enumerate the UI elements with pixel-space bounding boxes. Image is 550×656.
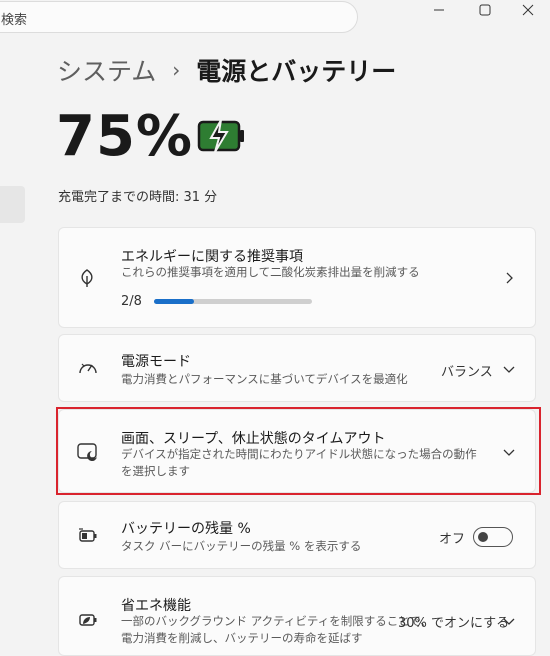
speedometer-icon [79,363,97,374]
energy-saver-dropdown[interactable]: 30% でオンにする [398,612,509,631]
search-input[interactable]: 検索 [1,9,27,28]
card-description: これらの推奨事項を適用して二酸化炭素排出量を削減する [121,265,420,279]
page-title: 電源とバッテリー [196,57,397,86]
breadcrumb-parent[interactable]: システム [57,52,156,88]
toggle-state-label: オフ [439,532,466,547]
chevron-down-icon [503,618,515,625]
card-title: バッテリーの残量 % [121,521,251,537]
card-title: 電源モード [121,354,191,370]
energy-saver-card[interactable]: 省エネ機能 一部のバックグラウンド アクティビティを制限することで、電力消費を削… [58,576,536,656]
toggle-knob [478,532,488,542]
battery-percentage-card[interactable]: バッテリーの残量 % タスク バーにバッテリーの残量 % を表示する オフ [58,501,536,569]
battery-percent: 75% [56,104,194,169]
card-title: エネルギーに関する推奨事項 [121,249,303,265]
card-title: 省エネ機能 [121,598,191,614]
chevron-down-icon [503,366,515,373]
energy-saver-icon [79,614,97,626]
progress-label: 2/8 [121,294,142,309]
progress-bar [154,299,312,304]
minimize-button[interactable] [416,0,462,20]
power-mode-dropdown[interactable]: バランス [441,361,493,380]
card-description: 電力消費とパフォーマンスに基づいてデバイスを最適化 [121,372,408,386]
card-description: タスク バーにバッテリーの残量 % を表示する [121,539,362,553]
maximize-button[interactable] [462,0,508,20]
progress-fill [154,299,194,304]
battery-percentage-toggle[interactable] [473,527,513,547]
battery-charging-icon [197,118,247,158]
leaf-icon [81,269,93,287]
sidebar-selected-item[interactable] [0,186,25,223]
energy-recommendations-card[interactable]: エネルギーに関する推奨事項 これらの推奨事項を適用して二酸化炭素排出量を削減する… [58,227,536,328]
breadcrumb-separator: › [172,58,181,82]
close-button[interactable] [505,0,550,20]
power-mode-card[interactable]: 電源モード 電力消費とパフォーマンスに基づいてデバイスを最適化 バランス [58,334,536,402]
card-description: 一部のバックグラウンド アクティビティを制限することで、電力消費を削減し、バッテ… [121,614,432,645]
highlight-box [56,407,541,495]
close-icon [522,4,534,16]
search-box[interactable]: 検索 [0,1,358,33]
charge-time-text: 充電完了までの時間: 31 分 [58,190,218,205]
maximize-icon [479,4,491,16]
chevron-right-icon [506,272,513,284]
minimize-icon [434,9,444,11]
breadcrumb: システム › 電源とバッテリー [57,52,396,88]
battery-icon [79,528,97,542]
